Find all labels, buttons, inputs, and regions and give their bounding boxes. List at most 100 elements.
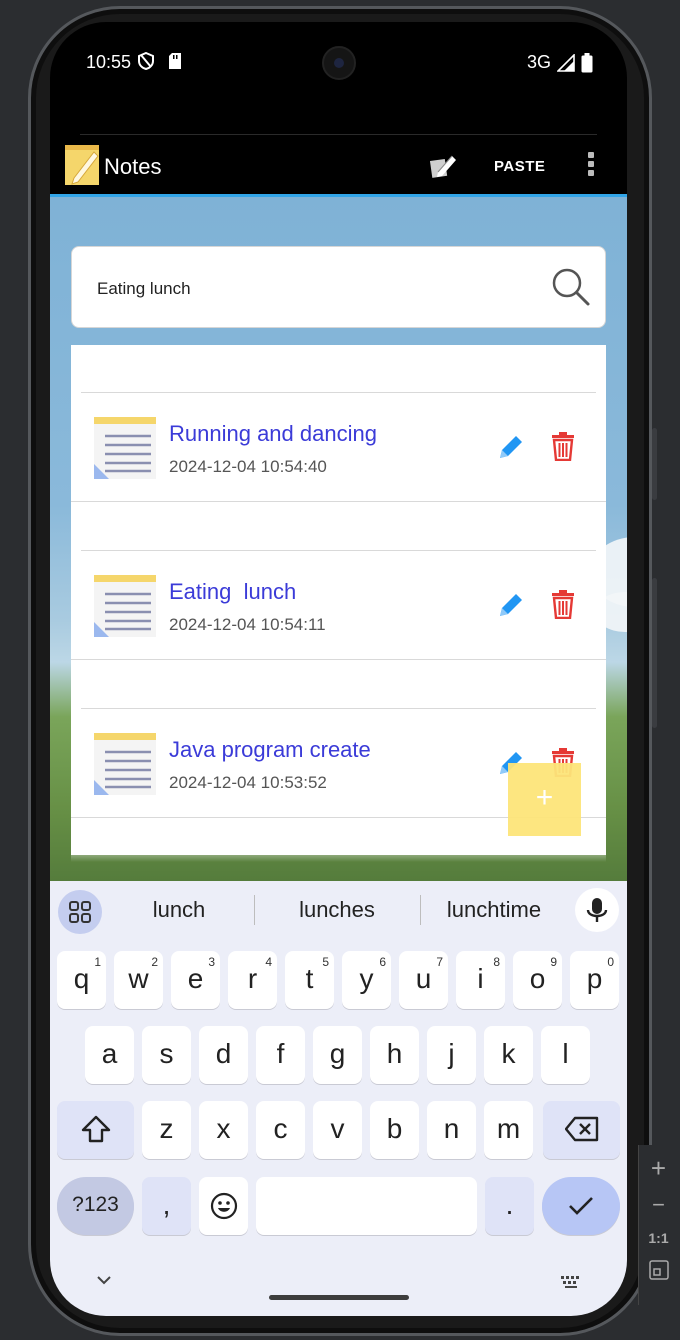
hide-keyboard-icon[interactable]	[96, 1275, 112, 1285]
note-icon	[94, 417, 156, 479]
key-l[interactable]: l	[541, 1026, 590, 1084]
divider	[71, 659, 606, 660]
key-hint: 9	[550, 955, 557, 969]
key-o[interactable]: o9	[513, 951, 562, 1009]
backspace-key[interactable]	[543, 1101, 620, 1159]
key-w[interactable]: w2	[114, 951, 163, 1009]
key-g[interactable]: g	[313, 1026, 362, 1084]
key-n[interactable]: n	[427, 1101, 476, 1159]
key-v[interactable]: v	[313, 1101, 362, 1159]
key-i[interactable]: i8	[456, 951, 505, 1009]
key-hint: 3	[208, 955, 215, 969]
suggestion-strip: lunch lunches lunchtime	[50, 881, 627, 937]
key-hint: 6	[379, 955, 386, 969]
edit-note-icon[interactable]	[428, 152, 458, 180]
key-q[interactable]: q1	[57, 951, 106, 1009]
suggestion-1[interactable]: lunch	[104, 897, 254, 923]
note-date: 2024-12-04 10:54:40	[169, 457, 327, 476]
shift-key[interactable]	[57, 1101, 134, 1159]
key-label: e	[187, 963, 204, 994]
search-icon[interactable]	[551, 267, 591, 307]
key-label: w	[128, 963, 149, 994]
paste-button[interactable]: PASTE	[494, 158, 545, 175]
note-date: 2024-12-04 10:54:11	[169, 615, 326, 634]
notepad-app-icon	[65, 145, 99, 185]
microphone-icon[interactable]	[575, 888, 619, 932]
key-hint: 8	[493, 955, 500, 969]
device-screen: 10:55 3G Notes PASTE Eating lunch Runnin…	[50, 22, 627, 1316]
power-button	[652, 578, 657, 728]
key-f[interactable]: f	[256, 1026, 305, 1084]
delete-trash-icon[interactable]	[551, 431, 575, 461]
status-right: 3G	[527, 52, 593, 73]
divider	[81, 708, 596, 709]
status-bar: 10:55 3G	[50, 22, 627, 102]
key-h[interactable]: h	[370, 1026, 419, 1084]
ratio-button[interactable]: 1:1	[639, 1230, 678, 1246]
sd-card-icon	[169, 53, 181, 69]
zoom-out-button[interactable]: −	[639, 1192, 678, 1218]
keyboard-switch-icon[interactable]	[560, 1275, 582, 1289]
comma-key[interactable]: ,	[142, 1177, 191, 1235]
key-label: p	[586, 963, 603, 994]
key-r[interactable]: r4	[228, 951, 277, 1009]
key-p[interactable]: p0	[570, 951, 619, 1009]
key-x[interactable]: x	[199, 1101, 248, 1159]
list-fade	[71, 842, 606, 862]
key-j[interactable]: j	[427, 1026, 476, 1084]
volume-button	[652, 428, 657, 500]
key-d[interactable]: d	[199, 1026, 248, 1084]
note-title: Java program create	[169, 737, 371, 762]
key-z[interactable]: z	[142, 1101, 191, 1159]
key-a[interactable]: a	[85, 1026, 134, 1084]
key-u[interactable]: u7	[399, 951, 448, 1009]
search-input[interactable]: Eating lunch	[97, 279, 191, 299]
divider	[81, 392, 596, 393]
delete-trash-icon[interactable]	[551, 589, 575, 619]
space-key[interactable]	[256, 1177, 477, 1235]
emoji-key[interactable]	[199, 1177, 248, 1235]
apps-grid-icon[interactable]	[58, 890, 102, 934]
key-hint: 7	[436, 955, 443, 969]
front-camera	[322, 46, 356, 80]
key-s[interactable]: s	[142, 1026, 191, 1084]
fit-screen-icon[interactable]	[648, 1260, 669, 1280]
key-label: t	[305, 963, 314, 994]
key-label: o	[529, 963, 546, 994]
key-label: y	[359, 963, 374, 994]
suggestion-3[interactable]: lunchtime	[419, 897, 569, 923]
edit-pencil-icon[interactable]	[496, 432, 526, 462]
add-note-button[interactable]: +	[508, 763, 581, 836]
edit-pencil-icon[interactable]	[496, 590, 526, 620]
key-y[interactable]: y6	[342, 951, 391, 1009]
key-e[interactable]: e3	[171, 951, 220, 1009]
key-label: i	[477, 963, 484, 994]
key-b[interactable]: b	[370, 1101, 419, 1159]
search-bar[interactable]: Eating lunch	[71, 246, 606, 328]
note-title: Eating lunch	[169, 579, 297, 604]
symbols-key[interactable]: ?123	[57, 1177, 134, 1235]
divider	[81, 550, 596, 551]
checkmark-icon	[569, 1197, 593, 1215]
more-options-icon[interactable]	[586, 152, 596, 182]
emulator-zoom-panel: + − 1:1	[638, 1145, 678, 1305]
app-bar: Notes PASTE	[50, 142, 627, 194]
note-item[interactable]: Running and dancing 2024-12-04 10:54:40	[71, 345, 606, 503]
shield-icon	[138, 52, 154, 70]
note-item[interactable]: Eating lunch 2024-12-04 10:54:11	[71, 503, 606, 661]
enter-key[interactable]	[542, 1177, 620, 1235]
signal-icon	[557, 53, 575, 72]
network-type: 3G	[526, 52, 551, 72]
app-title: Notes	[104, 154, 162, 179]
key-c[interactable]: c	[256, 1101, 305, 1159]
divider	[80, 134, 597, 135]
period-key[interactable]: .	[485, 1177, 534, 1235]
suggestion-2[interactable]: lunches	[262, 897, 412, 923]
key-hint: 4	[265, 955, 272, 969]
key-t[interactable]: t5	[285, 951, 334, 1009]
gesture-nav-bar[interactable]	[269, 1295, 409, 1300]
key-m[interactable]: m	[484, 1101, 533, 1159]
emoji-icon	[210, 1192, 237, 1220]
zoom-in-button[interactable]: +	[639, 1153, 678, 1184]
key-k[interactable]: k	[484, 1026, 533, 1084]
